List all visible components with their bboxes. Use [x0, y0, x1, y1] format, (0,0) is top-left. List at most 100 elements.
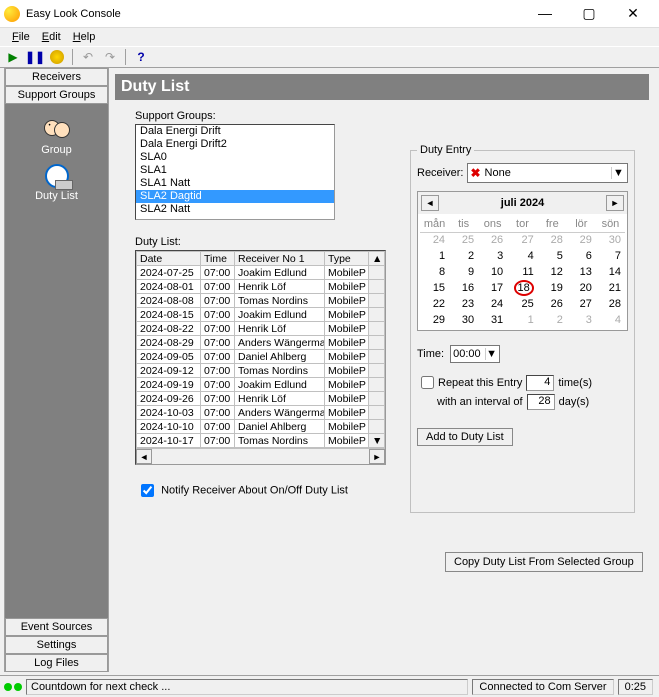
- table-row[interactable]: 2024-08-0807:00Tomas NordinsMobileP: [137, 294, 385, 308]
- support-groups-list[interactable]: Dala Energi DriftDala Energi Drift2SLA0S…: [135, 124, 335, 220]
- v-scroll-up[interactable]: ▲: [369, 252, 385, 266]
- table-row[interactable]: 2024-09-0507:00Daniel AhlbergMobileP: [137, 350, 385, 364]
- calendar-day[interactable]: 15: [420, 280, 449, 296]
- calendar-day[interactable]: 28: [596, 296, 625, 312]
- time-dropdown[interactable]: 00:00 ▼: [450, 345, 500, 363]
- support-group-item[interactable]: SLA1: [136, 164, 334, 177]
- calendar-day[interactable]: 16: [449, 280, 478, 296]
- calendar-day[interactable]: 26: [478, 232, 507, 248]
- calendar-day[interactable]: 28: [538, 232, 567, 248]
- calendar-day[interactable]: 25: [507, 296, 538, 312]
- table-row[interactable]: 2024-09-1907:00Joakim EdlundMobileP: [137, 378, 385, 392]
- calendar-day[interactable]: 14: [596, 264, 625, 280]
- support-group-item[interactable]: SLA1 Natt: [136, 177, 334, 190]
- undo-button[interactable]: ↶: [79, 48, 97, 66]
- cal-next-button[interactable]: ►: [606, 195, 624, 211]
- play-button[interactable]: ▶: [4, 48, 22, 66]
- sidebar-tab-support-groups[interactable]: Support Groups: [5, 86, 108, 104]
- pause-button[interactable]: ❚❚: [26, 48, 44, 66]
- support-group-item[interactable]: SLA2 Natt: [136, 203, 334, 216]
- calendar-day[interactable]: 26: [538, 296, 567, 312]
- calendar-day[interactable]: 11: [507, 264, 538, 280]
- h-scrollbar[interactable]: ◄ ►: [136, 448, 385, 464]
- calendar-day[interactable]: 27: [567, 296, 596, 312]
- gear-button[interactable]: [48, 48, 66, 66]
- h-scroll-left[interactable]: ◄: [136, 449, 152, 464]
- cal-prev-button[interactable]: ◄: [421, 195, 439, 211]
- calendar-day[interactable]: 29: [420, 312, 449, 328]
- calendar-day[interactable]: 4: [507, 248, 538, 264]
- sidebar-btn-log-files[interactable]: Log Files: [5, 654, 108, 672]
- sidebar-btn-settings[interactable]: Settings: [5, 636, 108, 654]
- calendar-day[interactable]: 2: [538, 312, 567, 328]
- calendar-day[interactable]: 25: [449, 232, 478, 248]
- table-row[interactable]: 2024-10-0307:00Anders WängermarkMobileP: [137, 406, 385, 420]
- table-row[interactable]: 2024-07-2507:00Joakim EdlundMobileP: [137, 266, 385, 280]
- v-scroll-down[interactable]: ▼: [369, 434, 385, 448]
- repeat-checkbox[interactable]: [421, 376, 434, 389]
- support-group-item[interactable]: SLA0: [136, 151, 334, 164]
- calendar[interactable]: ◄ juli 2024 ► måntisonstorfrelörsön24252…: [417, 191, 628, 331]
- table-row[interactable]: 2024-10-1007:00Daniel AhlbergMobileP: [137, 420, 385, 434]
- calendar-day[interactable]: 5: [538, 248, 567, 264]
- calendar-day[interactable]: 17: [478, 280, 507, 296]
- calendar-day[interactable]: 24: [478, 296, 507, 312]
- duty-list-icon[interactable]: [5, 164, 108, 188]
- calendar-day[interactable]: 18: [507, 280, 538, 296]
- calendar-day[interactable]: 23: [449, 296, 478, 312]
- add-to-duty-list-button[interactable]: Add to Duty List: [417, 428, 513, 446]
- calendar-day[interactable]: 2: [449, 248, 478, 264]
- calendar-day[interactable]: 27: [507, 232, 538, 248]
- help-button[interactable]: ?: [132, 48, 150, 66]
- support-group-item[interactable]: Dala Energi Drift: [136, 125, 334, 138]
- calendar-day[interactable]: 3: [478, 248, 507, 264]
- redo-button[interactable]: ↷: [101, 48, 119, 66]
- menu-help[interactable]: Help: [67, 30, 102, 44]
- menu-edit[interactable]: Edit: [36, 30, 67, 44]
- calendar-day[interactable]: 20: [567, 280, 596, 296]
- column-header[interactable]: Date: [137, 252, 201, 266]
- calendar-day[interactable]: 31: [478, 312, 507, 328]
- duty-list-table[interactable]: DateTimeReceiver No 1Type▲ 2024-07-2507:…: [135, 250, 386, 465]
- calendar-day[interactable]: 30: [449, 312, 478, 328]
- table-row[interactable]: 2024-08-2207:00Henrik LöfMobileP: [137, 322, 385, 336]
- table-row[interactable]: 2024-08-0107:00Henrik LöfMobileP: [137, 280, 385, 294]
- calendar-day[interactable]: 1: [420, 248, 449, 264]
- calendar-day[interactable]: 3: [567, 312, 596, 328]
- minimize-button[interactable]: —: [523, 0, 567, 28]
- calendar-day[interactable]: 10: [478, 264, 507, 280]
- copy-duty-list-button[interactable]: Copy Duty List From Selected Group: [445, 552, 643, 572]
- sidebar-btn-event-sources[interactable]: Event Sources: [5, 618, 108, 636]
- calendar-day[interactable]: 8: [420, 264, 449, 280]
- calendar-day[interactable]: 7: [596, 248, 625, 264]
- support-group-item[interactable]: SLA2 Dagtid: [136, 190, 334, 203]
- calendar-day[interactable]: 21: [596, 280, 625, 296]
- calendar-day[interactable]: 22: [420, 296, 449, 312]
- sidebar-tab-receivers[interactable]: Receivers: [5, 68, 108, 86]
- calendar-day[interactable]: 12: [538, 264, 567, 280]
- column-header[interactable]: Receiver No 1: [235, 252, 325, 266]
- calendar-day[interactable]: 4: [596, 312, 625, 328]
- support-group-item[interactable]: Dala Energi Drift2: [136, 138, 334, 151]
- table-row[interactable]: 2024-08-1507:00Joakim EdlundMobileP: [137, 308, 385, 322]
- calendar-day[interactable]: 1: [507, 312, 538, 328]
- repeat-times-input[interactable]: 4: [526, 375, 554, 391]
- calendar-day[interactable]: 6: [567, 248, 596, 264]
- column-header[interactable]: Type: [325, 252, 369, 266]
- column-header[interactable]: Time: [201, 252, 235, 266]
- menu-file[interactable]: File: [6, 30, 36, 44]
- notify-checkbox[interactable]: [141, 484, 154, 497]
- receiver-dropdown[interactable]: ✖ None ▼: [467, 163, 628, 183]
- calendar-day[interactable]: 29: [567, 232, 596, 248]
- close-button[interactable]: ✕: [611, 0, 655, 28]
- calendar-day[interactable]: 24: [420, 232, 449, 248]
- calendar-day[interactable]: 30: [596, 232, 625, 248]
- interval-days-input[interactable]: 28: [527, 394, 555, 410]
- table-row[interactable]: 2024-08-2907:00Anders WängermarkMobileP: [137, 336, 385, 350]
- table-row[interactable]: 2024-09-2607:00Henrik LöfMobileP: [137, 392, 385, 406]
- h-scroll-right[interactable]: ►: [369, 449, 385, 464]
- table-row[interactable]: 2024-10-1707:00Tomas NordinsMobileP▼: [137, 434, 385, 448]
- calendar-day[interactable]: 13: [567, 264, 596, 280]
- maximize-button[interactable]: ▢: [567, 0, 611, 28]
- group-icon[interactable]: [5, 118, 108, 142]
